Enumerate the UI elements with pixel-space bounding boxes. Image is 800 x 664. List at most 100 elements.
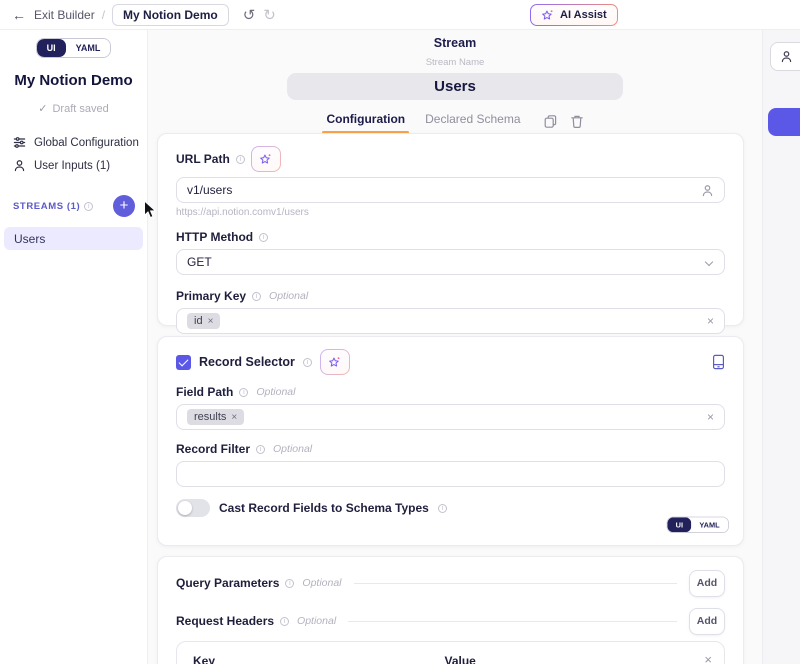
request-options-card: Query Parameters i Optional Add Request …: [157, 556, 744, 664]
info-icon: i: [259, 233, 268, 242]
card-ui-yaml-toggle[interactable]: UI YAML: [667, 517, 729, 533]
url-preview-text: https://api.notion.comv1/users: [176, 207, 725, 218]
tab-declared-schema[interactable]: Declared Schema: [425, 112, 520, 130]
info-icon: i: [438, 504, 447, 513]
trash-icon[interactable]: [570, 114, 584, 129]
field-path-chip: results×: [187, 409, 244, 425]
yaml-toggle-option[interactable]: YAML: [692, 517, 729, 532]
docs-icon[interactable]: [712, 354, 725, 370]
chip-remove-icon[interactable]: ×: [208, 316, 214, 327]
sidebar-stream-users[interactable]: Users: [4, 227, 143, 250]
streams-header-label: STREAMS (1): [13, 201, 80, 212]
undo-icon[interactable]: ↺: [243, 6, 256, 24]
divider: [348, 621, 677, 622]
stream-name-label: Stream Name: [149, 57, 761, 68]
top-bar: ← Exit Builder / My Notion Demo ↺ ↻ AI A…: [0, 0, 800, 30]
url-path-input[interactable]: [187, 183, 701, 197]
record-filter-input-wrap: [176, 461, 725, 487]
sidebar-nav: Global Configuration User Inputs (1): [0, 131, 147, 177]
tabs-row: Configuration Declared Schema: [149, 112, 761, 130]
requester-card: URL Path i https://api.notion.comv1/u: [157, 133, 744, 326]
test-stream-button[interactable]: [768, 108, 800, 136]
optional-label: Optional: [302, 577, 341, 589]
draft-status: ✓Draft saved: [0, 102, 147, 115]
url-path-input-wrap: [176, 177, 725, 203]
info-icon: i: [236, 155, 245, 164]
connector-title: My Notion Demo: [0, 72, 147, 89]
optional-label: Optional: [297, 615, 336, 627]
record-selector-card: Record Selector i Field Path i Opti: [157, 336, 744, 546]
field-path-input[interactable]: results× ×: [176, 404, 725, 430]
info-icon: i: [256, 445, 265, 454]
request-headers-label: Request Headers: [176, 614, 274, 628]
stream-config-panel: Stream Stream Name Configuration Declare…: [149, 30, 761, 664]
chevron-down-icon: [705, 258, 713, 266]
connector-builder-app: ← Exit Builder / My Notion Demo ↺ ↻ AI A…: [0, 0, 800, 664]
field-path-label: Field Path: [176, 385, 233, 399]
redo-icon[interactable]: ↻: [263, 6, 276, 24]
tab-action-icons: [543, 114, 584, 129]
testing-values-button[interactable]: [770, 42, 800, 71]
record-filter-label: Record Filter: [176, 442, 250, 456]
clear-field-icon[interactable]: ×: [707, 410, 714, 424]
add-query-parameter-button[interactable]: Add: [689, 570, 725, 597]
optional-label: Optional: [273, 443, 312, 455]
testing-panel-collapsed: [762, 30, 800, 664]
cast-record-fields-toggle[interactable]: [176, 499, 210, 517]
ai-assist-label: AI Assist: [560, 9, 607, 21]
clear-field-icon[interactable]: ×: [707, 314, 714, 328]
primary-key-label: Primary Key: [176, 289, 246, 303]
ui-toggle-option[interactable]: UI: [668, 517, 692, 532]
yaml-toggle-option[interactable]: YAML: [66, 39, 111, 57]
sidebar: UI YAML My Notion Demo ✓Draft saved Glob…: [0, 30, 148, 664]
optional-label: Optional: [269, 290, 308, 302]
info-icon: i: [285, 579, 294, 588]
primary-key-input[interactable]: id× ×: [176, 308, 725, 334]
http-method-label: HTTP Method: [176, 230, 253, 244]
add-request-header-button[interactable]: Add: [689, 608, 725, 635]
http-method-select[interactable]: GET: [176, 249, 725, 275]
info-icon: i: [84, 202, 93, 211]
user-icon: [780, 50, 793, 63]
query-parameters-label: Query Parameters: [176, 576, 279, 590]
sidebar-ui-yaml-toggle[interactable]: UI YAML: [36, 38, 112, 58]
optional-label: Optional: [256, 386, 295, 398]
add-stream-button[interactable]: +: [113, 195, 135, 217]
info-icon: i: [252, 292, 261, 301]
sparkle-star-icon: [541, 9, 554, 22]
remove-header-icon[interactable]: ×: [704, 652, 712, 664]
info-icon: i: [303, 358, 312, 367]
copy-icon[interactable]: [543, 114, 558, 129]
chip-remove-icon[interactable]: ×: [231, 412, 237, 423]
user-icon: [13, 159, 26, 172]
user-variable-icon[interactable]: [701, 184, 714, 197]
record-selector-ai-sparkle-button[interactable]: [320, 349, 350, 375]
record-selector-checkbox[interactable]: [176, 355, 191, 370]
record-filter-input[interactable]: [187, 467, 714, 481]
stream-name-input[interactable]: [287, 73, 623, 100]
breadcrumb-separator: /: [102, 8, 105, 22]
sidebar-item-user-inputs[interactable]: User Inputs (1): [0, 154, 147, 177]
info-icon: i: [280, 617, 289, 626]
key-column-header: Key: [193, 654, 431, 664]
project-name-input[interactable]: My Notion Demo: [112, 4, 229, 26]
request-header-row: × Key Value: [176, 641, 725, 664]
sidebar-item-label: User Inputs (1): [34, 160, 110, 172]
record-selector-label: Record Selector: [199, 355, 295, 369]
sidebar-item-label: Global Configuration: [34, 137, 139, 149]
sliders-icon: [13, 136, 26, 149]
url-path-label: URL Path: [176, 152, 230, 166]
primary-key-chip: id×: [187, 313, 220, 329]
cast-record-fields-label: Cast Record Fields to Schema Types: [219, 501, 429, 515]
sidebar-item-global-configuration[interactable]: Global Configuration: [0, 131, 147, 154]
streams-header-row: STREAMS (1) i +: [13, 195, 135, 217]
panel-title: Stream: [149, 36, 761, 50]
exit-builder-link[interactable]: Exit Builder: [34, 8, 95, 22]
back-arrow-icon[interactable]: ←: [12, 7, 26, 23]
url-path-ai-sparkle-button[interactable]: [251, 146, 281, 172]
ui-toggle-option[interactable]: UI: [37, 39, 66, 57]
ai-assist-button[interactable]: AI Assist: [530, 4, 618, 26]
info-icon: i: [239, 388, 248, 397]
divider: [354, 583, 677, 584]
tab-configuration[interactable]: Configuration: [326, 112, 405, 130]
